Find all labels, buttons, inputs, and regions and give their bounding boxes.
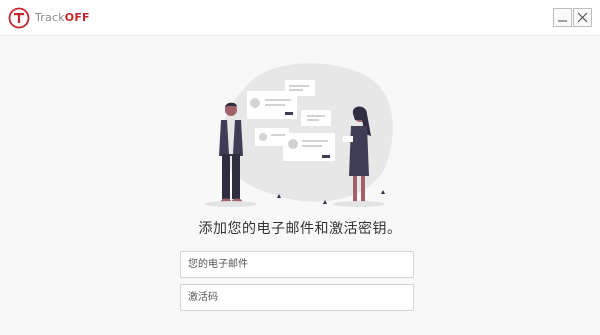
activation-code-input[interactable]: [180, 284, 414, 311]
activation-prompt: 添加您的电子邮件和激活密钥。: [198, 221, 402, 237]
title-bar: TrackOFF: [0, 0, 600, 36]
close-icon: [577, 12, 588, 23]
close-button[interactable]: [573, 8, 592, 27]
onboarding-illustration: [205, 63, 393, 207]
logo-text-off: OFF: [64, 11, 90, 24]
email-input[interactable]: [180, 251, 414, 278]
trackoff-logo-icon: [8, 7, 30, 29]
app-logo-text: TrackOFF: [35, 11, 90, 25]
minimize-icon: [558, 20, 567, 22]
logo-text-track: Track: [35, 11, 65, 24]
minimize-button[interactable]: [553, 8, 572, 27]
